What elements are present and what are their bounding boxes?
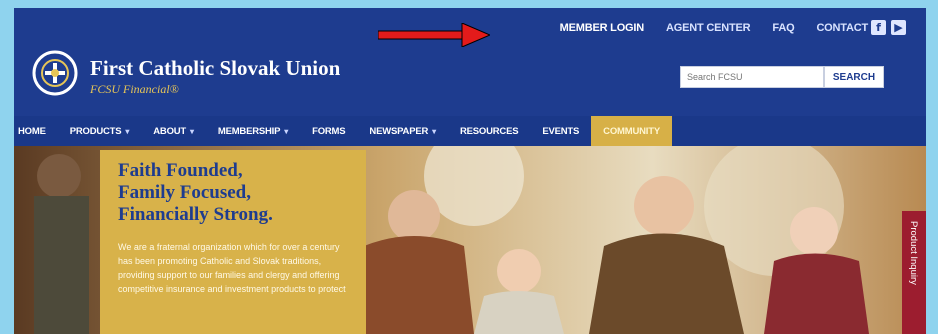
hero-callout: Faith Founded, Family Focused, Financial… xyxy=(100,150,366,334)
nav-about[interactable]: ABOUT ▾ xyxy=(141,116,206,146)
contact-link[interactable]: CONTACT xyxy=(816,22,868,34)
facebook-icon[interactable]: f xyxy=(871,20,886,35)
nav-products[interactable]: PRODUCTS ▾ xyxy=(58,116,142,146)
nav-community[interactable]: COMMUNITY xyxy=(591,116,672,146)
product-inquiry-tab[interactable]: Product Inquiry xyxy=(902,211,926,334)
brand-name: First Catholic Slovak Union xyxy=(90,56,341,80)
search-form: SEARCH xyxy=(680,66,884,88)
faq-link[interactable]: FAQ xyxy=(772,22,794,34)
nav-home[interactable]: HOME xyxy=(14,116,58,146)
nav-newspaper[interactable]: NEWSPAPER ▾ xyxy=(357,116,448,146)
agent-center-link[interactable]: AGENT CENTER xyxy=(666,22,751,34)
utility-nav: MEMBER LOGIN AGENT CENTER FAQ CONTACT xyxy=(560,22,869,34)
member-login-link[interactable]: MEMBER LOGIN xyxy=(560,22,645,34)
nav-events[interactable]: EVENTS xyxy=(530,116,591,146)
chevron-down-icon: ▾ xyxy=(432,126,436,136)
site-frame: MEMBER LOGIN AGENT CENTER FAQ CONTACT f … xyxy=(14,8,926,334)
chevron-down-icon: ▾ xyxy=(125,126,130,136)
hero-body: We are a fraternal organization which fo… xyxy=(118,242,346,294)
brand-subtitle: FCSU Financial® xyxy=(90,82,179,96)
chevron-down-icon: ▾ xyxy=(190,126,194,136)
nav-forms[interactable]: FORMS xyxy=(300,116,357,146)
brand[interactable]: First Catholic Slovak Union FCSU Financi… xyxy=(90,56,340,97)
nav-resources[interactable]: RESOURCES xyxy=(448,116,530,146)
main-nav: HOME PRODUCTS ▾ ABOUT ▾ MEMBERSHIP ▾ FORMS … xyxy=(14,116,926,146)
hero-banner: Faith Founded, Family Focused, Financial… xyxy=(14,146,926,334)
fcsu-logo-icon[interactable] xyxy=(32,50,78,96)
youtube-icon[interactable]: ▶ xyxy=(891,20,906,35)
hero-headline: Faith Founded, Family Focused, Financial… xyxy=(118,160,273,225)
social-links: f ▶ xyxy=(871,20,906,35)
chevron-down-icon: ▾ xyxy=(284,126,289,136)
nav-membership[interactable]: MEMBERSHIP ▾ xyxy=(206,116,300,146)
search-input[interactable] xyxy=(680,66,824,88)
red-arrow-annotation xyxy=(378,23,490,47)
search-button[interactable]: SEARCH xyxy=(824,66,884,88)
